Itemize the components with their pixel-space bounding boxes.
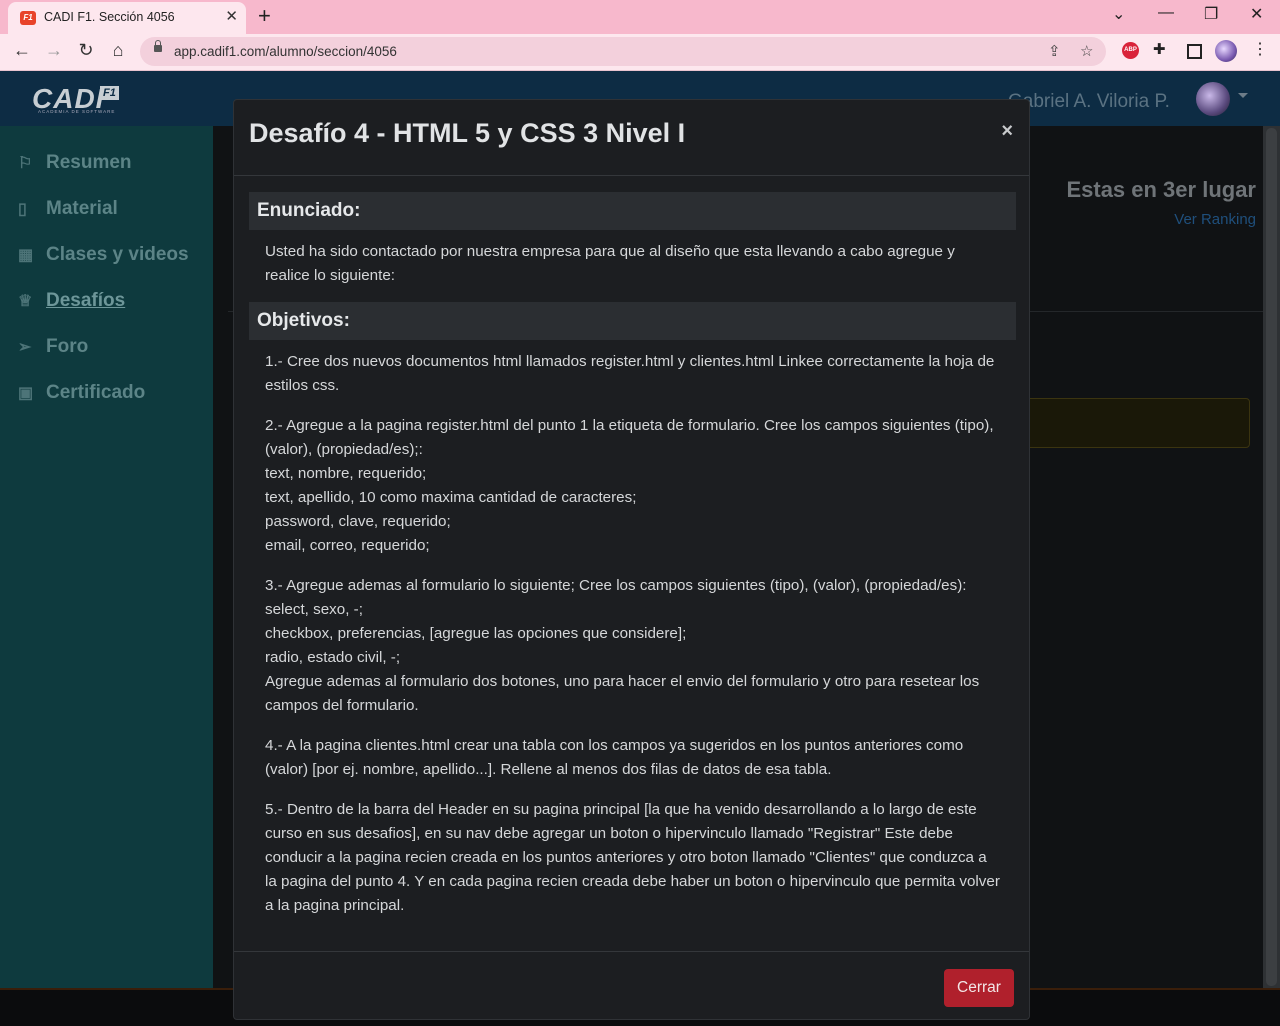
- tab-search-chevron-icon[interactable]: ⌄: [1112, 4, 1125, 24]
- ver-ranking-link[interactable]: Ver Ranking: [1174, 211, 1256, 228]
- browser-menu-icon[interactable]: ⋮: [1252, 39, 1268, 59]
- browser-tab-bar: F1 CADI F1. Sección 4056 ✕ + ⌄ — ❐ ✕: [0, 0, 1280, 34]
- objetivo-item: 5.- Dentro de la barra del Header en su …: [265, 801, 1000, 914]
- sidebar-item-clases[interactable]: ▦ Clases y videos: [18, 244, 189, 266]
- objetivo-item: 1.- Cree dos nuevos documentos html llam…: [265, 353, 995, 394]
- sidebar-item-label: Desafíos: [46, 290, 126, 311]
- objetivos-list: 1.- Cree dos nuevos documentos html llam…: [249, 350, 1016, 918]
- bookmark-star-icon[interactable]: ☆: [1080, 42, 1093, 60]
- sidebar-item-material[interactable]: ▯ Material: [18, 198, 118, 220]
- share-icon[interactable]: ⇪: [1048, 42, 1061, 60]
- browser-profile-avatar[interactable]: [1215, 40, 1237, 62]
- restore-icon[interactable]: ❐: [1204, 4, 1218, 24]
- enunciado-paragraph: Usted ha sido contactado por nuestra emp…: [265, 243, 955, 284]
- url-text[interactable]: app.cadif1.com/alumno/seccion/4056: [174, 44, 397, 59]
- calendar-icon: ▦: [18, 247, 34, 264]
- enunciado-heading: Enunciado:: [249, 192, 1016, 230]
- forward-icon[interactable]: →: [42, 40, 66, 61]
- lock-icon[interactable]: [154, 40, 162, 52]
- new-tab-icon[interactable]: +: [258, 3, 271, 29]
- sidebar-item-resumen[interactable]: ⚐ Resumen: [18, 152, 132, 174]
- alert-box: [1025, 398, 1250, 448]
- sidebar-item-label: Foro: [46, 336, 89, 357]
- sidebar-item-desafios[interactable]: ♕ Desafíos: [18, 290, 125, 312]
- user-menu-caret-icon[interactable]: [1238, 93, 1248, 98]
- user-name[interactable]: Gabriel A. Viloria P.: [1008, 91, 1170, 113]
- adblock-extension-icon[interactable]: ABP: [1122, 42, 1139, 59]
- objetivos-heading: Objetivos:: [249, 302, 1016, 340]
- sidebar: ⚐ Resumen ▯ Material ▦ Clases y videos ♕ Des…: [0, 126, 213, 988]
- tab-close-icon[interactable]: ✕: [225, 7, 238, 25]
- sidebar-item-certificado[interactable]: ▣ Certificado: [18, 382, 145, 404]
- modal-header-divider: [234, 175, 1029, 176]
- scrollbar-thumb[interactable]: [1266, 128, 1277, 986]
- modal-body: Enunciado: Usted ha sido contactado por …: [249, 192, 1016, 934]
- browser-tab[interactable]: F1 CADI F1. Sección 4056 ✕: [8, 2, 246, 34]
- reload-icon[interactable]: ↻: [74, 40, 98, 61]
- flag-icon: ⚐: [18, 155, 33, 172]
- sidebar-item-label: Clases y videos: [46, 244, 189, 265]
- minimize-icon[interactable]: —: [1158, 4, 1174, 22]
- home-icon[interactable]: ⌂: [106, 40, 130, 61]
- user-avatar[interactable]: [1196, 82, 1230, 116]
- modal-title: Desafío 4 - HTML 5 y CSS 3 Nivel I: [249, 118, 686, 148]
- address-bar[interactable]: app.cadif1.com/alumno/seccion/4056 ⇪ ☆: [140, 37, 1106, 66]
- challenge-modal: Desafío 4 - HTML 5 y CSS 3 Nivel I × Enu…: [233, 99, 1030, 1020]
- trophy-icon: ♕: [18, 293, 33, 310]
- objetivo-item: 2.- Agregue a la pagina register.html de…: [265, 417, 994, 554]
- objetivo-item: 4.- A la pagina clientes.html crear una …: [265, 737, 964, 778]
- back-icon[interactable]: ←: [10, 40, 34, 61]
- tab-title: CADI F1. Sección 4056: [44, 10, 175, 24]
- cerrar-button[interactable]: Cerrar: [944, 969, 1014, 1007]
- sidebar-item-foro[interactable]: ➢ Foro: [18, 336, 88, 358]
- certificate-icon: ▣: [18, 385, 34, 402]
- objetivo-item: 3.- Agregue ademas al formulario lo sigu…: [265, 577, 980, 714]
- side-panel-icon[interactable]: [1187, 44, 1202, 59]
- sidebar-item-label: Resumen: [46, 152, 132, 173]
- enunciado-text: Usted ha sido contactado por nuestra emp…: [249, 240, 1016, 288]
- modal-footer-divider: [234, 951, 1029, 952]
- modal-close-icon[interactable]: ×: [1001, 120, 1013, 143]
- sidebar-item-label: Material: [46, 198, 118, 219]
- browser-toolbar: ← → ↻ ⌂ app.cadif1.com/alumno/seccion/40…: [0, 34, 1280, 71]
- send-icon: ➢: [18, 339, 32, 356]
- extensions-puzzle-icon[interactable]: ✚: [1153, 40, 1166, 58]
- sidebar-item-label: Certificado: [46, 382, 146, 403]
- book-icon: ▯: [18, 201, 27, 218]
- window-close-icon[interactable]: ✕: [1250, 4, 1263, 24]
- logo-subtitle: ACADEMIA DE SOFTWARE: [38, 109, 116, 114]
- logo-badge: F1: [100, 86, 119, 100]
- ranking-position: Estas en 3er lugar: [1066, 177, 1256, 202]
- site-favicon-icon: F1: [20, 11, 36, 25]
- page-scrollbar[interactable]: [1263, 126, 1280, 988]
